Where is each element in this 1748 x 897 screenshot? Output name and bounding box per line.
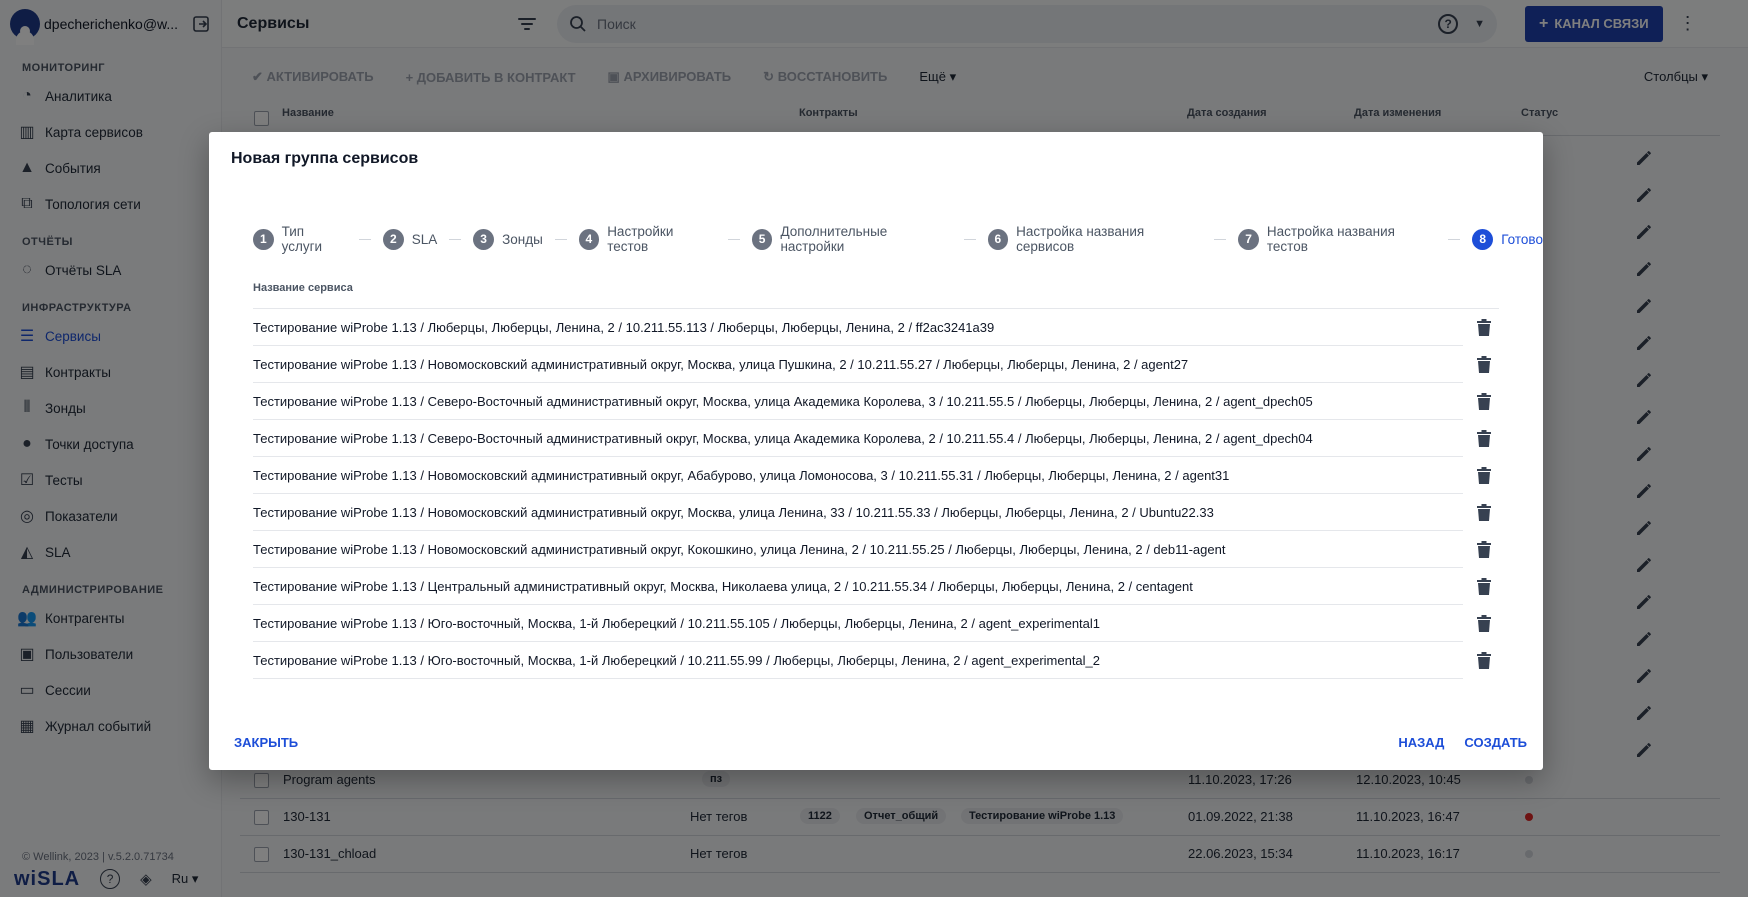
wizard-stepper: 1 Тип услуги 2 SLA 3 Зонды 4 Настройки тестов 5 Д… bbox=[253, 224, 1543, 254]
step-label: Готово bbox=[1501, 231, 1543, 247]
step-label: Настройки тестов bbox=[607, 224, 674, 254]
service-name: Тестирование wiProbe 1.13 / Люберцы, Люб… bbox=[253, 320, 995, 335]
step-label: Дополнительные настройки bbox=[780, 224, 888, 254]
service-row: Тестирование wiProbe 1.13 / Новомосковск… bbox=[253, 346, 1491, 383]
wizard-step[interactable]: 1 Тип услуги bbox=[253, 224, 347, 254]
close-button[interactable]: ЗАКРЫТЬ bbox=[234, 735, 298, 750]
service-row: Тестирование wiProbe 1.13 / Северо-Восто… bbox=[253, 420, 1491, 457]
step-number: 3 bbox=[473, 228, 495, 250]
wizard-step[interactable]: 6 Настройка названия сервисов bbox=[987, 224, 1203, 254]
step-connector bbox=[728, 238, 740, 240]
service-name: Тестирование wiProbe 1.13 / Новомосковск… bbox=[253, 357, 1189, 372]
delete-icon[interactable] bbox=[1475, 355, 1493, 375]
service-name-column-header: Название сервиса bbox=[253, 282, 353, 294]
delete-icon[interactable] bbox=[1475, 503, 1493, 523]
delete-icon[interactable] bbox=[1475, 540, 1493, 560]
step-number: 2 bbox=[382, 228, 404, 250]
service-name: Тестирование wiProbe 1.13 / Северо-Восто… bbox=[253, 394, 1313, 409]
service-row: Тестирование wiProbe 1.13 / Новомосковск… bbox=[253, 531, 1491, 568]
step-label: Настройка названия сервисов bbox=[1016, 224, 1145, 254]
delete-icon[interactable] bbox=[1475, 466, 1493, 486]
create-button[interactable]: СОЗДАТЬ bbox=[1464, 735, 1527, 750]
service-row: Тестирование wiProbe 1.13 / Северо-Восто… bbox=[253, 383, 1491, 420]
step-label: Настройка названия тестов bbox=[1266, 224, 1395, 254]
service-list: Тестирование wiProbe 1.13 / Люберцы, Люб… bbox=[253, 308, 1499, 679]
delete-icon[interactable] bbox=[1475, 318, 1493, 338]
delete-icon[interactable] bbox=[1475, 577, 1493, 597]
service-name: Тестирование wiProbe 1.13 / Центральный … bbox=[253, 579, 1193, 594]
step-connector bbox=[963, 238, 976, 240]
delete-icon[interactable] bbox=[1475, 614, 1493, 634]
step-number: 7 bbox=[1238, 228, 1259, 250]
wizard-step[interactable]: 5 Дополнительные настройки bbox=[751, 224, 952, 254]
step-connector bbox=[554, 238, 567, 240]
service-row: Тестирование wiProbe 1.13 / Люберцы, Люб… bbox=[253, 309, 1491, 346]
service-name: Тестирование wiProbe 1.13 / Новомосковск… bbox=[253, 468, 1230, 483]
service-row: Тестирование wiProbe 1.13 / Новомосковск… bbox=[253, 457, 1491, 494]
step-label: Зонды bbox=[502, 231, 543, 247]
service-name: Тестирование wiProbe 1.13 / Северо-Восто… bbox=[253, 431, 1313, 446]
service-name: Тестирование wiProbe 1.13 / Новомосковск… bbox=[253, 505, 1214, 520]
step-connector bbox=[359, 238, 371, 240]
step-connector bbox=[1448, 238, 1461, 240]
dialog-title: Новая группа сервисов bbox=[231, 150, 419, 167]
service-row: Тестирование wiProbe 1.13 / Юго-восточны… bbox=[253, 642, 1491, 679]
step-number: 1 bbox=[253, 228, 274, 250]
step-connector bbox=[1214, 238, 1227, 240]
service-row: Тестирование wiProbe 1.13 / Центральный … bbox=[253, 568, 1491, 605]
wizard-step[interactable]: 2 SLA bbox=[382, 228, 438, 250]
service-name: Тестирование wiProbe 1.13 / Юго-восточны… bbox=[253, 653, 1101, 668]
delete-icon[interactable] bbox=[1475, 651, 1493, 671]
dialog-actions: НАЗАД СОЗДАТЬ bbox=[1398, 735, 1527, 750]
step-connector bbox=[449, 238, 462, 240]
step-label: Тип услуги bbox=[281, 224, 323, 254]
step-number: 6 bbox=[987, 228, 1009, 250]
service-name: Тестирование wiProbe 1.13 / Юго-восточны… bbox=[253, 616, 1101, 631]
step-number: 5 bbox=[751, 228, 773, 250]
service-name: Тестирование wiProbe 1.13 / Новомосковск… bbox=[253, 542, 1226, 557]
service-row: Тестирование wiProbe 1.13 / Новомосковск… bbox=[253, 494, 1491, 531]
step-number: 4 bbox=[578, 228, 600, 250]
wizard-step[interactable]: 4 Настройки тестов bbox=[578, 224, 716, 254]
back-button[interactable]: НАЗАД bbox=[1398, 735, 1444, 750]
new-service-group-dialog: Новая группа сервисов 1 Тип услуги 2 SLA 3 Зо… bbox=[209, 132, 1543, 770]
step-label: SLA bbox=[411, 231, 438, 247]
service-row: Тестирование wiProbe 1.13 / Юго-восточны… bbox=[253, 605, 1491, 642]
wizard-step[interactable]: 8 Готово bbox=[1472, 228, 1543, 250]
delete-icon[interactable] bbox=[1475, 429, 1493, 449]
wizard-step[interactable]: 7 Настройка названия тестов bbox=[1238, 224, 1436, 254]
delete-icon[interactable] bbox=[1475, 392, 1493, 412]
step-number: 8 bbox=[1472, 228, 1494, 250]
wizard-step[interactable]: 3 Зонды bbox=[473, 228, 543, 250]
